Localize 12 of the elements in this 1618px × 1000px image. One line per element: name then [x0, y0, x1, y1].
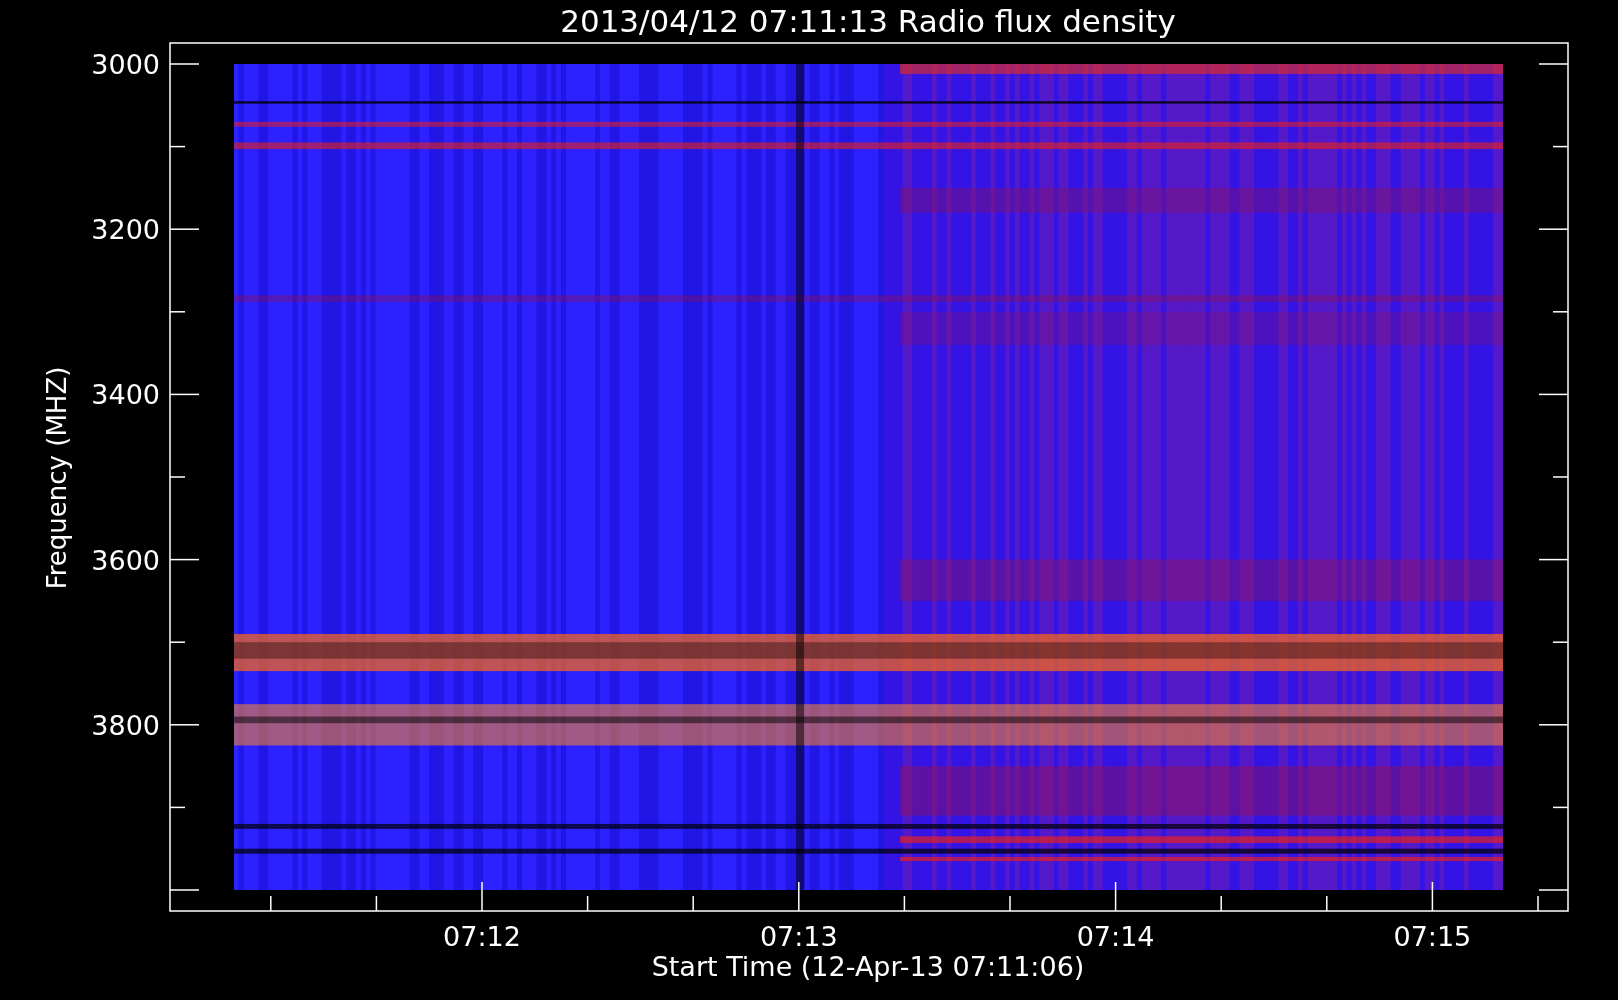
y-tick-label: 3000: [91, 49, 160, 80]
x-axis-label: Start Time (12-Apr-13 07:11:06): [651, 951, 1085, 982]
x-tick-label: 07:12: [443, 921, 521, 952]
y-tick-label: 3600: [91, 544, 160, 576]
chart-title: 2013/04/12 07:11:13 Radio flux density: [560, 3, 1176, 39]
y-tick-label: 3800: [91, 709, 160, 741]
x-tick-label: 07:14: [1076, 921, 1155, 952]
x-tick-label: 07:13: [759, 921, 838, 952]
y-tick-label: 3200: [91, 214, 160, 246]
y-tick-label: 3400: [91, 379, 160, 411]
y-axis-label: Frequency (MHZ): [42, 366, 72, 590]
x-tick-label: 07:15: [1393, 921, 1472, 952]
